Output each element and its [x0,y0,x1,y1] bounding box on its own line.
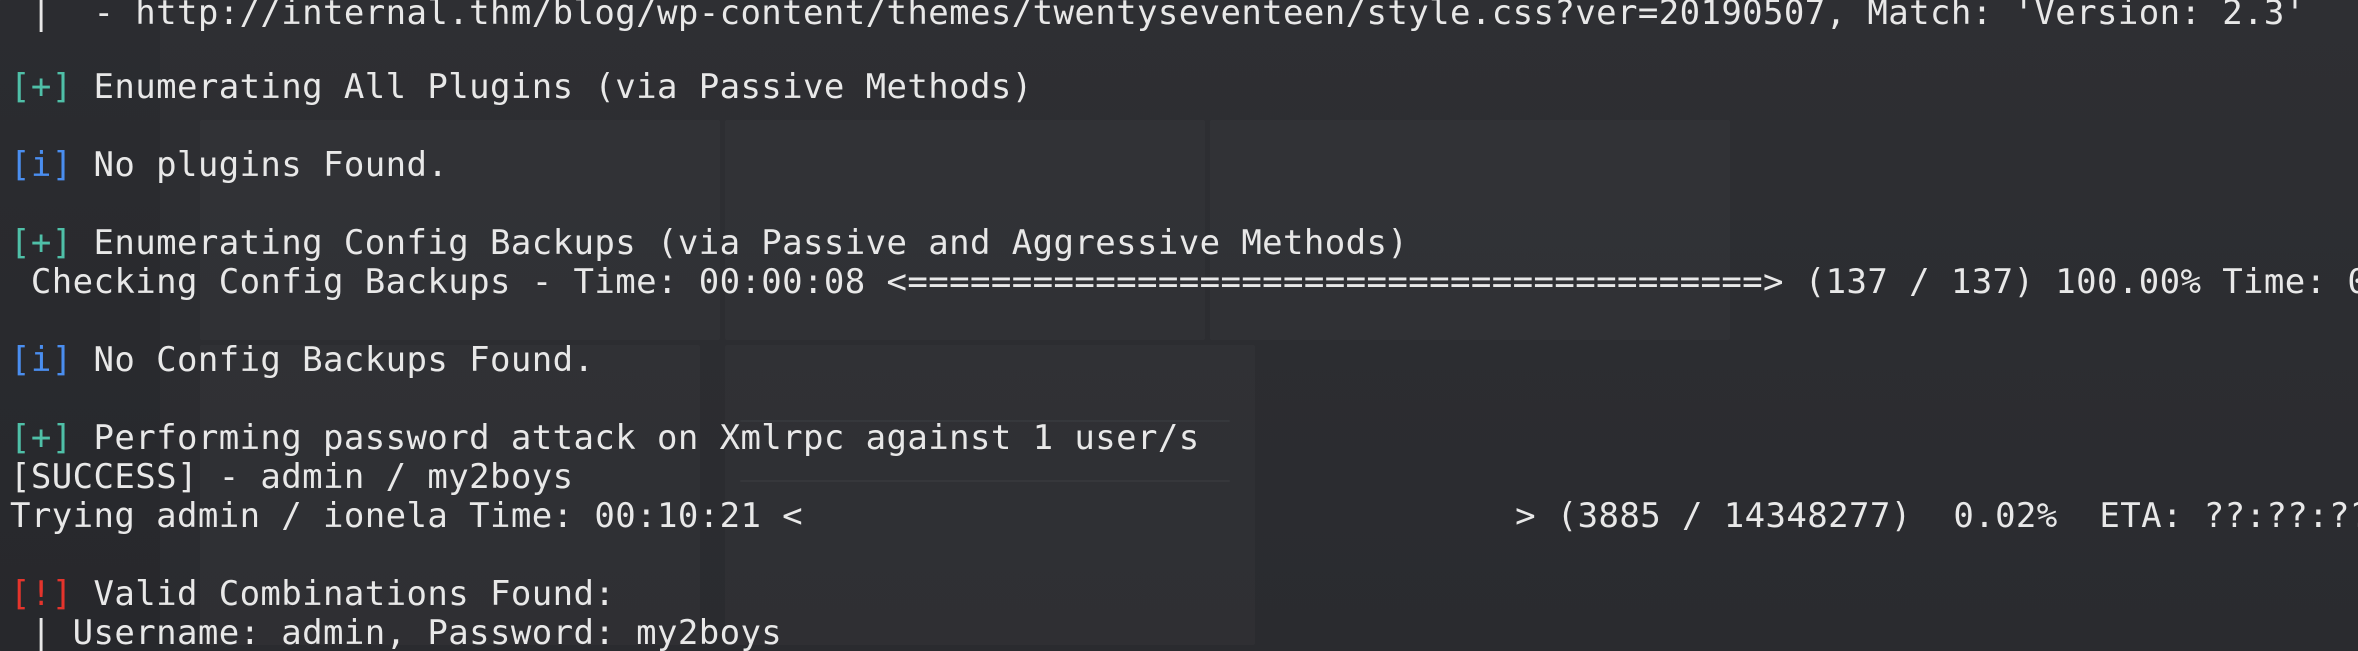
no-plugins-line: [i] No plugins Found. [10,146,448,185]
trying-right-text: > (3885 / 14348277) 0.02% ETA: ??:??:?? [1515,496,2358,536]
plus-tag: [+] [10,418,73,458]
attack-text: Performing password attack on Xmlrpc aga… [72,418,1200,458]
plus-tag: [+] [10,223,73,263]
terminal-window[interactable]: | - http://internal.thm/blog/wp-content/… [0,0,2358,651]
style-css-line: | - http://internal.thm/blog/wp-content/… [10,0,2306,33]
trying-line: Trying admin / ionela Time: 00:10:21 < > … [10,497,2358,536]
success-text: [SUCCESS] - admin / my2boys [10,457,574,497]
credentials-line: | Username: admin, Password: my2boys [10,614,782,651]
trying-left-text: Trying admin / ionela Time: 00:10:21 < [10,496,804,536]
warn-tag: [!] [10,574,73,614]
plugins-line: [+] Enumerating All Plugins (via Passive… [10,68,1033,107]
config-progress-line: Checking Config Backups - Time: 00:00:08… [10,263,2358,302]
no-plugins-text: No plugins Found. [72,145,449,185]
info-tag: [i] [10,145,73,185]
no-config-line: [i] No Config Backups Found. [10,341,594,380]
valid-text: Valid Combinations Found: [72,574,616,614]
info-tag: [i] [10,340,73,380]
credentials-text: | Username: admin, Password: my2boys [10,613,783,651]
background-rule [740,480,1230,482]
no-config-text: No Config Backups Found. [72,340,595,380]
background-panel-lower-mid [725,345,1255,645]
style-css-text: | - http://internal.thm/blog/wp-content/… [10,0,2306,33]
valid-line: [!] Valid Combinations Found: [10,575,615,614]
attack-line: [+] Performing password attack on Xmlrpc… [10,419,1200,458]
plugins-text: Enumerating All Plugins (via Passive Met… [72,67,1033,107]
plus-tag: [+] [10,67,73,107]
config-progress-text: Checking Config Backups - Time: 00:00:08… [10,262,2358,302]
success-line: [SUCCESS] - admin / my2boys [10,458,573,497]
config-text: Enumerating Config Backups (via Passive … [72,223,1409,263]
config-line: [+] Enumerating Config Backups (via Pass… [10,224,1408,263]
